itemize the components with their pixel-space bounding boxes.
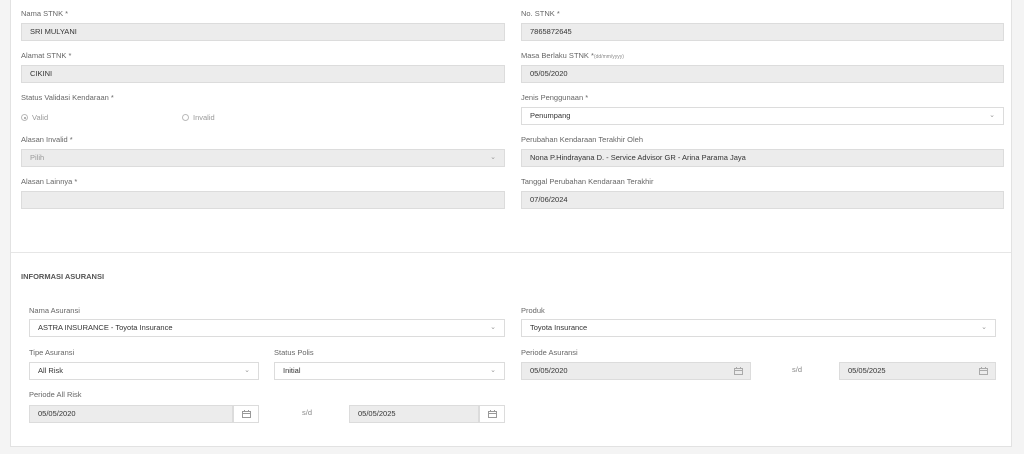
radio-valid[interactable]: Valid — [21, 113, 48, 122]
alasan-lainnya-label: Alasan Lainnya * — [21, 177, 78, 186]
jenis-penggunaan-label: Jenis Penggunaan * — [521, 93, 589, 102]
no-stnk-label: No. STNK * — [521, 9, 560, 18]
tipe-asuransi-label: Tipe Asuransi — [29, 348, 75, 357]
masa-berlaku-label: Masa Berlaku STNK *(dd/mm/yyyy) — [521, 51, 624, 60]
periode-asuransi-end[interactable]: 05/05/2025 — [839, 362, 996, 380]
status-polis-select[interactable]: Initial ⌄ — [274, 362, 505, 380]
status-validasi-label: Status Validasi Kendaraan * — [21, 93, 114, 102]
periode-all-risk-start[interactable]: 05/05/2020 — [29, 405, 233, 423]
jenis-penggunaan-select[interactable]: Penumpang ⌄ — [521, 107, 1004, 125]
form-card: Nama STNK * SRI MULYANI No. STNK * 78658… — [10, 0, 1012, 447]
tipe-asuransi-select[interactable]: All Risk ⌄ — [29, 362, 259, 380]
periode-asuransi-end-value: 05/05/2025 — [848, 366, 886, 375]
perubahan-oleh-label: Perubahan Kendaraan Terakhir Oleh — [521, 135, 644, 144]
periode-all-risk-sd: s/d — [302, 408, 313, 417]
alasan-invalid-select[interactable]: Pilih ⌄ — [21, 149, 505, 167]
periode-asuransi-sd: s/d — [792, 365, 803, 374]
produk-label: Produk — [521, 306, 545, 315]
periode-asuransi-start[interactable]: 05/05/2020 — [521, 362, 751, 380]
masa-berlaku-field[interactable]: 05/05/2020 — [521, 65, 1004, 83]
calendar-icon[interactable] — [734, 367, 743, 375]
chevron-down-icon: ⌄ — [490, 367, 496, 374]
calendar-icon[interactable] — [979, 367, 988, 375]
no-stnk-field[interactable]: 7865872645 — [521, 23, 1004, 41]
periode-all-risk-end[interactable]: 05/05/2025 — [349, 405, 479, 423]
calendar-icon — [488, 410, 497, 418]
nama-asuransi-value: ASTRA INSURANCE - Toyota Insurance — [38, 323, 173, 332]
alasan-invalid-value: Pilih — [30, 153, 45, 162]
tanggal-perubahan-field[interactable]: 07/06/2024 — [521, 191, 1004, 209]
produk-value: Toyota Insurance — [530, 323, 588, 332]
section-divider — [11, 252, 1011, 253]
chevron-down-icon: ⌄ — [490, 324, 496, 331]
alamat-stnk-field[interactable]: CIKINI — [21, 65, 505, 83]
masa-berlaku-label-text: Masa Berlaku STNK * — [521, 51, 594, 60]
radio-invalid-label: Invalid — [193, 113, 215, 122]
alasan-lainnya-field[interactable] — [21, 191, 505, 209]
produk-select[interactable]: Toyota Insurance ⌄ — [521, 319, 996, 337]
jenis-penggunaan-value: Penumpang — [530, 111, 571, 120]
nama-stnk-field[interactable]: SRI MULYANI — [21, 23, 505, 41]
masa-berlaku-hint: (dd/mm/yyyy) — [593, 54, 624, 60]
tipe-asuransi-value: All Risk — [38, 366, 64, 375]
periode-all-risk-label: Periode All Risk — [29, 390, 82, 399]
chevron-down-icon: ⌄ — [981, 324, 987, 331]
radio-invalid[interactable]: Invalid — [182, 113, 215, 122]
calendar-icon — [242, 410, 251, 418]
periode-asuransi-label: Periode Asuransi — [521, 348, 578, 357]
nama-asuransi-select[interactable]: ASTRA INSURANCE - Toyota Insurance ⌄ — [29, 319, 505, 337]
tanggal-perubahan-label: Tanggal Perubahan Kendaraan Terakhir — [521, 177, 654, 186]
informasi-asuransi-title: INFORMASI ASURANSI — [21, 272, 105, 281]
periode-asuransi-start-value: 05/05/2020 — [530, 366, 568, 375]
radio-invalid-indicator[interactable] — [182, 114, 189, 121]
all-risk-start-calendar-button[interactable] — [233, 405, 259, 423]
nama-stnk-label: Nama STNK * — [21, 9, 69, 18]
alasan-invalid-label: Alasan Invalid * — [21, 135, 73, 144]
chevron-down-icon: ⌄ — [989, 112, 995, 119]
all-risk-end-calendar-button[interactable] — [479, 405, 505, 423]
nama-asuransi-label: Nama Asuransi — [29, 306, 80, 315]
status-polis-label: Status Polis — [274, 348, 314, 357]
alamat-stnk-label: Alamat STNK * — [21, 51, 72, 60]
radio-valid-indicator[interactable] — [21, 114, 28, 121]
status-polis-value: Initial — [283, 366, 301, 375]
chevron-down-icon: ⌄ — [490, 154, 496, 161]
chevron-down-icon: ⌄ — [244, 367, 250, 374]
radio-valid-label: Valid — [32, 113, 49, 122]
perubahan-oleh-field[interactable]: Nona P.Hindrayana D. - Service Advisor G… — [521, 149, 1004, 167]
